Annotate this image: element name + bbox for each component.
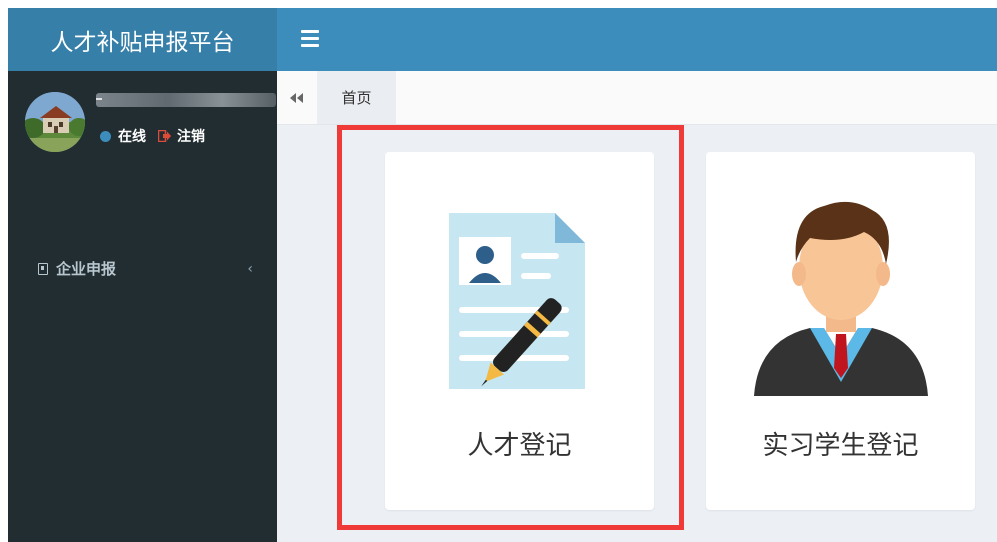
sidebar: - 在线 注销 企业申报 ‹ (8, 71, 277, 542)
sidebar-item-enterprise-application[interactable]: 企业申报 ‹ (38, 258, 253, 279)
app-window: 人才补贴申报平台 - 在线 (8, 8, 997, 542)
top-navbar (277, 8, 997, 71)
tab-home[interactable]: 首页 (317, 71, 396, 124)
user-name-blurred: - (96, 93, 276, 107)
graduate-student-icon (754, 201, 928, 396)
user-name-text: - (96, 98, 102, 100)
card-intern-student-registration-label: 实习学生登记 (762, 431, 919, 461)
hamburger-icon[interactable] (301, 30, 319, 48)
app-title[interactable]: 人才补贴申报平台 (8, 8, 277, 71)
logout-icon[interactable] (158, 130, 171, 142)
logout-link[interactable]: 注销 (177, 126, 205, 146)
card-talent-registration-label: 人才登记 (467, 431, 572, 461)
resume-pen-icon (449, 213, 585, 389)
online-dot-icon (100, 130, 111, 142)
app-title-text: 人才补贴申报平台 (50, 29, 235, 56)
double-chevron-left-icon[interactable] (277, 71, 317, 124)
main-content: 首页 人才登记 实习学生登记 (277, 71, 997, 542)
card-intern-student-registration[interactable]: 实习学生登记 (706, 152, 975, 510)
tab-home-label: 首页 (341, 89, 372, 107)
tab-bar: 首页 (277, 71, 997, 125)
chevron-left-icon: ‹ (247, 260, 253, 277)
user-status: 在线 注销 (100, 126, 205, 146)
sidebar-item-label: 企业申报 (56, 260, 117, 278)
user-card-icon (38, 262, 48, 275)
status-online-label: 在线 (118, 129, 146, 145)
card-talent-registration[interactable]: 人才登记 (385, 152, 654, 510)
avatar (25, 92, 85, 152)
